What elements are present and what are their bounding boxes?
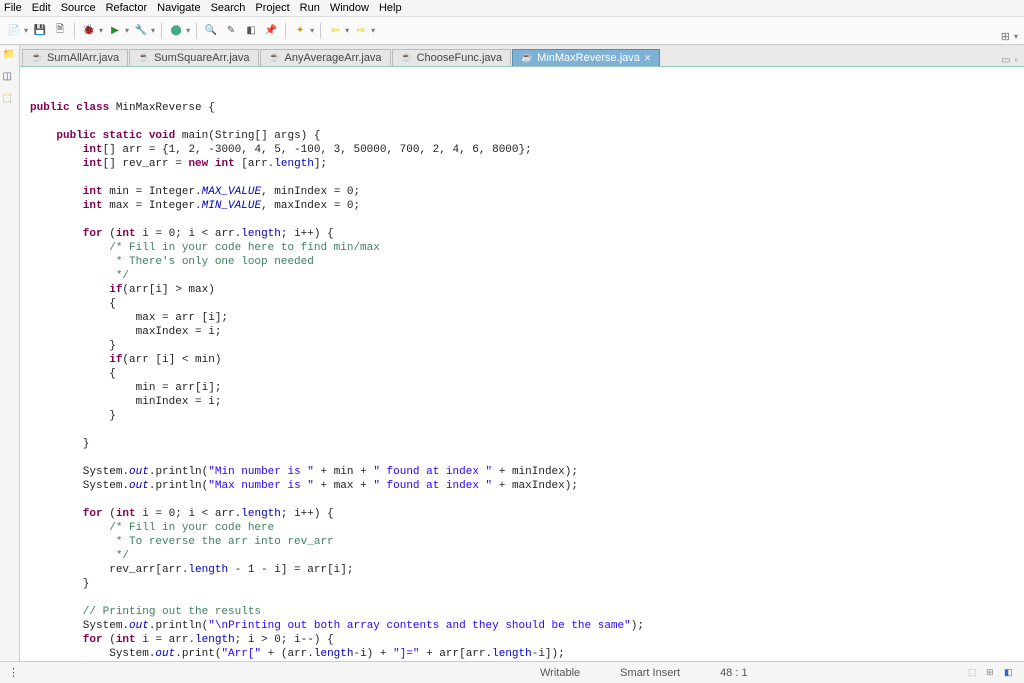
menu-bar: File Edit Source Refactor Navigate Searc… (0, 0, 1024, 17)
dropdown-icon[interactable]: ▾ (24, 26, 28, 35)
new-icon[interactable]: 📄 (6, 23, 22, 39)
task-icon[interactable]: ✎ (223, 23, 239, 39)
dropdown-icon[interactable]: ▾ (1014, 32, 1018, 41)
pin-icon[interactable]: 📌 (263, 23, 279, 39)
left-trim: 📁 ◫ ⬚ (0, 45, 20, 661)
back-icon[interactable]: ⇦ (327, 23, 343, 39)
dropdown-icon[interactable]: ▾ (151, 26, 155, 35)
outline-icon[interactable]: ◫ (3, 71, 17, 85)
debug-icon[interactable]: 🐞 (81, 23, 97, 39)
dropdown-icon[interactable]: ▾ (186, 26, 190, 35)
tab-minmaxreverse[interactable]: ☕ MinMaxReverse.java ✕ (512, 49, 660, 66)
status-bar: ⋮ Writable Smart Insert 48 : 1 ⬚ ⊞ ◧ (0, 661, 1024, 683)
status-icon[interactable]: ⊞ (986, 667, 998, 679)
close-icon[interactable]: ✕ (644, 53, 652, 64)
nav-icon[interactable]: ✦ (292, 23, 308, 39)
separator (285, 23, 286, 39)
status-cursor-pos: 48 : 1 (720, 667, 748, 679)
editor-tabs: ☕ SumAllArr.java ☕ SumSquareArr.java ☕ AnyA… (20, 45, 1024, 67)
menu-file[interactable]: File (4, 2, 22, 14)
new-class-icon[interactable]: ⬤ (168, 23, 184, 39)
separator (161, 23, 162, 39)
menu-project[interactable]: Project (255, 2, 289, 14)
java-file-icon: ☕ (521, 52, 533, 64)
save-icon[interactable]: 💾 (32, 23, 48, 39)
tab-label: SumAllArr.java (47, 52, 119, 64)
toggle-icon[interactable]: ◧ (243, 23, 259, 39)
status-icon[interactable]: ⬚ (968, 667, 980, 679)
tab-label: SumSquareArr.java (154, 52, 249, 64)
minimize-icon[interactable]: ▫ (1014, 55, 1018, 66)
java-file-icon: ☕ (269, 52, 281, 64)
tab-anyaveragearr[interactable]: ☕ AnyAverageArr.java (260, 49, 391, 66)
tab-sumsquarearr[interactable]: ☕ SumSquareArr.java (129, 49, 258, 66)
status-left-icon[interactable]: ⋮ (8, 666, 20, 679)
tab-label: AnyAverageArr.java (285, 52, 382, 64)
save-all-icon[interactable]: 🗎 (52, 23, 68, 39)
tab-label: ChooseFunc.java (417, 52, 503, 64)
maximize-icon[interactable]: ▭ (1001, 55, 1010, 66)
dropdown-icon[interactable]: ▾ (99, 26, 103, 35)
menu-run[interactable]: Run (300, 2, 320, 14)
perspective-icon[interactable]: ⊞ (1001, 30, 1010, 43)
toolbar: 📄▾ 💾 🗎 🐞▾ ▶▾ 🔧▾ ⬤▾ 🔍 ✎ ◧ 📌 ✦▾ ⇦▾ ⇨▾ ⊞ ▾ (0, 17, 1024, 45)
separator (320, 23, 321, 39)
menu-edit[interactable]: Edit (32, 2, 51, 14)
forward-icon[interactable]: ⇨ (353, 23, 369, 39)
separator (74, 23, 75, 39)
perspective-switcher: ⊞ ▾ (1001, 30, 1018, 43)
search-icon[interactable]: 🔍 (203, 23, 219, 39)
run-icon[interactable]: ▶ (107, 23, 123, 39)
menu-navigate[interactable]: Navigate (157, 2, 200, 14)
dropdown-icon[interactable]: ▾ (310, 26, 314, 35)
tab-sumallarr[interactable]: ☕ SumAllArr.java (22, 49, 128, 66)
status-insert-mode: Smart Insert (620, 667, 680, 679)
dropdown-icon[interactable]: ▾ (345, 26, 349, 35)
tab-choosefunc[interactable]: ☕ ChooseFunc.java (392, 49, 512, 66)
status-writable: Writable (540, 667, 580, 679)
menu-search[interactable]: Search (211, 2, 246, 14)
tab-label: MinMaxReverse.java (537, 52, 640, 64)
java-file-icon: ☕ (31, 52, 43, 64)
dropdown-icon[interactable]: ▾ (125, 26, 129, 35)
code-editor[interactable]: public class MinMaxReverse { public stat… (20, 67, 1024, 661)
java-file-icon: ☕ (401, 52, 413, 64)
menu-help[interactable]: Help (379, 2, 402, 14)
type-hierarchy-icon[interactable]: ⬚ (3, 93, 17, 107)
menu-window[interactable]: Window (330, 2, 369, 14)
dropdown-icon[interactable]: ▾ (371, 26, 375, 35)
separator (196, 23, 197, 39)
status-icon[interactable]: ◧ (1004, 667, 1016, 679)
java-file-icon: ☕ (138, 52, 150, 64)
menu-source[interactable]: Source (61, 2, 96, 14)
package-explorer-icon[interactable]: 📁 (3, 49, 17, 63)
external-tools-icon[interactable]: 🔧 (133, 23, 149, 39)
menu-refactor[interactable]: Refactor (106, 2, 148, 14)
